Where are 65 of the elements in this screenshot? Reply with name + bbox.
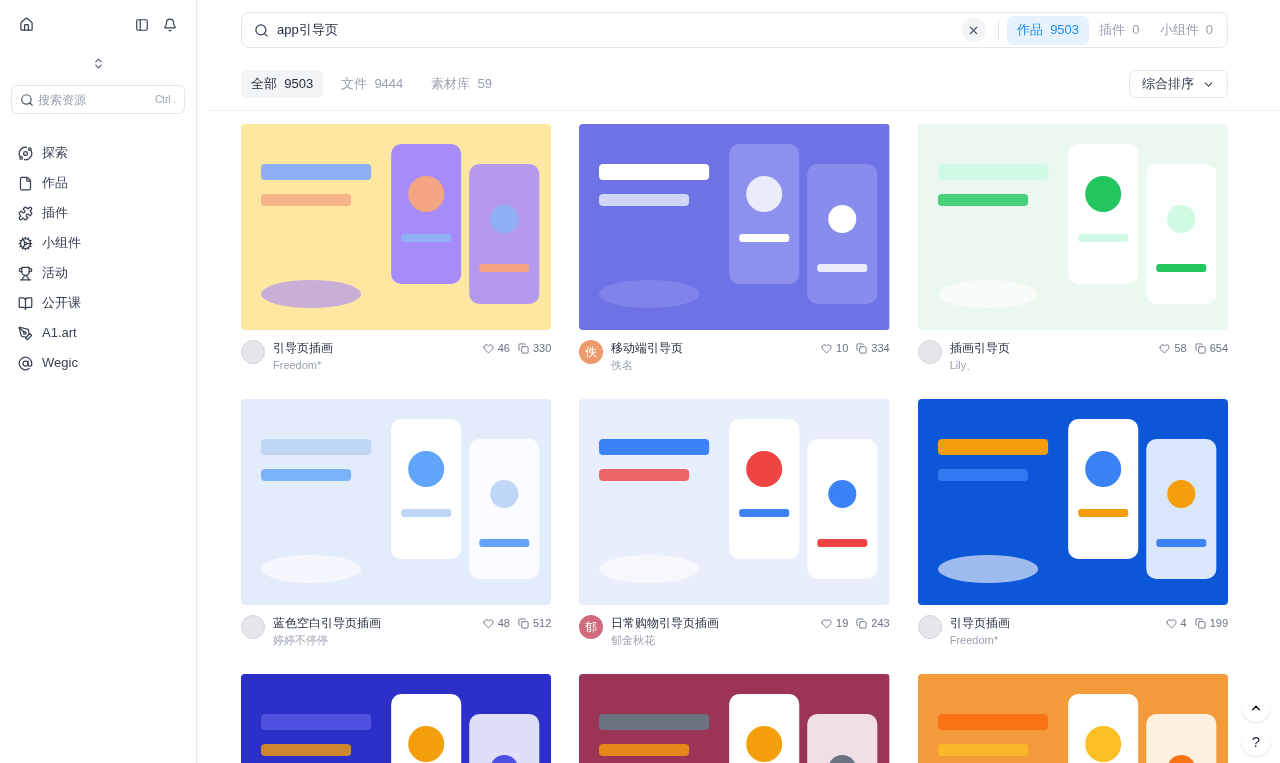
sort-dropdown[interactable]: 综合排序	[1129, 70, 1228, 98]
avatar	[917, 615, 942, 639]
heart-icon	[482, 342, 494, 354]
like-count: 58	[1174, 341, 1187, 356]
copy-icon	[856, 342, 868, 354]
copy-icon	[517, 342, 529, 354]
search-bar[interactable]: app引导页 作品 9503 插件 0 小组件 0	[241, 12, 1228, 48]
filter-tab[interactable]: 全部 9503	[241, 70, 324, 98]
card-title[interactable]: 日常购物引导页插画	[611, 615, 814, 631]
heart-icon	[1159, 342, 1171, 354]
like-count: 10	[836, 341, 849, 356]
copy-icon	[856, 617, 868, 629]
nav-item[interactable]: 作品	[11, 168, 185, 198]
like-count: 4	[1180, 616, 1187, 631]
clear-button[interactable]	[961, 18, 986, 42]
search-icon	[20, 92, 34, 107]
like-count: 48	[497, 616, 510, 631]
nav-item[interactable]: 探索	[11, 138, 185, 168]
pen-icon	[18, 325, 33, 341]
sidebar-toggle-icon[interactable]	[135, 17, 149, 32]
at-sign-icon	[18, 355, 33, 371]
search-input[interactable]: 搜索资源	[38, 90, 151, 109]
card-title[interactable]: 移动端引导页	[611, 340, 814, 356]
heart-icon	[482, 617, 494, 629]
nav-item[interactable]: 活动	[11, 258, 185, 288]
gear-icon	[18, 235, 33, 251]
copy-count: 330	[532, 341, 552, 356]
search-icon	[254, 22, 269, 38]
card-title[interactable]: 插画引导页	[949, 340, 1152, 356]
avatar	[917, 340, 942, 364]
copy-count: 199	[1209, 616, 1228, 631]
copy-icon	[1194, 342, 1206, 354]
avatar: 郁	[579, 615, 604, 639]
puzzle-icon	[18, 205, 33, 221]
trophy-icon	[18, 265, 33, 281]
copy-count: 654	[1209, 341, 1228, 356]
shortcut-hint: Ctrl .	[154, 93, 176, 107]
bell-icon[interactable]	[163, 17, 177, 32]
help-button[interactable]: ?	[1242, 728, 1270, 756]
copy-icon	[1194, 617, 1206, 629]
nav-item[interactable]: 小组件	[11, 228, 185, 258]
heart-icon	[821, 342, 833, 354]
card-title[interactable]: 蓝色空白引导页插画	[273, 615, 475, 631]
copy-count: 334	[871, 341, 890, 356]
avatar	[241, 340, 265, 364]
like-count: 46	[497, 341, 510, 356]
avatar: 佚	[579, 340, 604, 364]
nav-item[interactable]: 公开课	[11, 288, 185, 318]
nav-item[interactable]: A1.art	[11, 318, 185, 348]
nav-item[interactable]: 插件	[11, 198, 185, 228]
copy-icon	[517, 617, 529, 629]
search-input[interactable]: app引导页	[277, 20, 962, 40]
like-count: 19	[836, 616, 849, 631]
nav-item[interactable]: Wegic	[11, 348, 185, 378]
planet-icon	[18, 145, 33, 161]
book-icon	[18, 295, 33, 311]
avatar	[241, 615, 265, 639]
card-title[interactable]: 引导页插画	[273, 340, 475, 356]
home-icon[interactable]	[19, 17, 34, 32]
file-icon	[18, 175, 33, 191]
copy-count: 243	[871, 616, 890, 631]
heart-icon	[1165, 617, 1177, 629]
copy-count: 512	[532, 616, 552, 631]
card-title[interactable]: 引导页插画	[949, 615, 1158, 631]
heart-icon	[821, 617, 833, 629]
